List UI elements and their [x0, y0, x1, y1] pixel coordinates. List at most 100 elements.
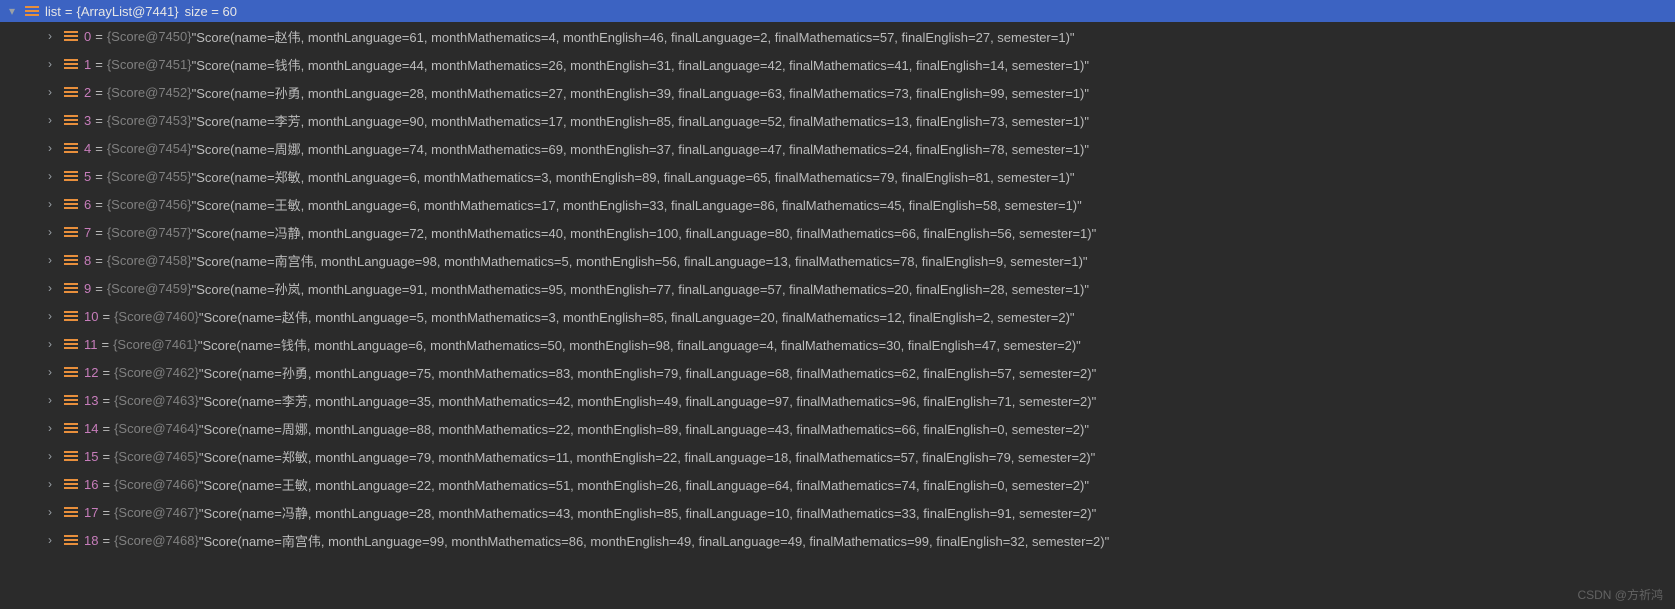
item-value: "Score(name=郑敏, monthLanguage=6, monthMa…	[192, 167, 1075, 186]
score-object-icon	[64, 479, 78, 489]
chevron-right-icon[interactable]: ›	[48, 477, 60, 491]
item-value: "Score(name=钱伟, monthLanguage=6, monthMa…	[198, 335, 1081, 354]
item-type: {Score@7465}	[114, 449, 199, 464]
chevron-right-icon[interactable]: ›	[48, 57, 60, 71]
chevron-right-icon[interactable]: ›	[48, 281, 60, 295]
item-type: {Score@7458}	[107, 253, 192, 268]
item-value: "Score(name=冯静, monthLanguage=72, monthM…	[192, 223, 1097, 242]
item-value: "Score(name=郑敏, monthLanguage=79, monthM…	[199, 447, 1095, 466]
item-type: {Score@7456}	[107, 197, 192, 212]
equals-sign: =	[102, 477, 110, 492]
variable-row[interactable]: ›10={Score@7460} "Score(name=赵伟, monthLa…	[0, 302, 1675, 330]
item-index: 15	[84, 449, 98, 464]
chevron-down-icon[interactable]: ▾	[9, 4, 21, 18]
equals-sign: =	[102, 421, 110, 436]
score-object-icon	[64, 283, 78, 293]
item-index: 12	[84, 365, 98, 380]
variable-row[interactable]: ›9={Score@7459} "Score(name=孙岚, monthLan…	[0, 274, 1675, 302]
variable-row[interactable]: ›18={Score@7468} "Score(name=南宫伟, monthL…	[0, 526, 1675, 554]
chevron-right-icon[interactable]: ›	[48, 365, 60, 379]
watermark-text: CSDN @方祈鸿	[1577, 586, 1663, 603]
variable-row[interactable]: ›8={Score@7458} "Score(name=南宫伟, monthLa…	[0, 246, 1675, 274]
variable-row[interactable]: ›17={Score@7467} "Score(name=冯静, monthLa…	[0, 498, 1675, 526]
variable-row[interactable]: ›1={Score@7451} "Score(name=钱伟, monthLan…	[0, 50, 1675, 78]
item-value: "Score(name=王敏, monthLanguage=6, monthMa…	[192, 195, 1082, 214]
equals-sign: =	[65, 4, 73, 19]
item-type: {Score@7461}	[113, 337, 198, 352]
item-index: 7	[84, 225, 91, 240]
equals-sign: =	[95, 281, 103, 296]
chevron-right-icon[interactable]: ›	[48, 29, 60, 43]
item-index: 5	[84, 169, 91, 184]
item-index: 3	[84, 113, 91, 128]
item-type: {Score@7450}	[107, 29, 192, 44]
item-index: 11	[84, 337, 98, 352]
score-object-icon	[64, 451, 78, 461]
variable-row[interactable]: › 5 = {Score@7455} "Score(name=郑敏, monthLan…	[0, 162, 1675, 190]
score-object-icon	[64, 339, 78, 349]
chevron-right-icon[interactable]: ›	[48, 141, 60, 155]
score-object-icon	[64, 31, 78, 41]
chevron-right-icon[interactable]: ›	[48, 253, 60, 267]
item-index: 18	[84, 533, 98, 548]
item-index: 17	[84, 505, 98, 520]
chevron-right-icon[interactable]: ›	[48, 197, 60, 211]
variable-row[interactable]: ›4={Score@7454} "Score(name=周娜, monthLan…	[0, 134, 1675, 162]
equals-sign: =	[102, 337, 110, 352]
chevron-right-icon[interactable]: ›	[48, 169, 60, 183]
root-size: size = 60	[185, 4, 237, 19]
score-object-icon	[64, 171, 78, 181]
item-value: "Score(name=周娜, monthLanguage=74, monthM…	[192, 139, 1089, 158]
item-type: {Score@7466}	[114, 477, 199, 492]
variable-row[interactable]: ›7={Score@7457} "Score(name=冯静, monthLan…	[0, 218, 1675, 246]
chevron-right-icon[interactable]: ›	[48, 505, 60, 519]
item-type: {Score@7452}	[107, 85, 192, 100]
item-value: "Score(name=李芳, monthLanguage=35, monthM…	[199, 391, 1096, 410]
score-object-icon	[64, 535, 78, 545]
arraylist-icon	[25, 6, 39, 16]
item-type: {Score@7455}	[107, 169, 192, 184]
item-value: "Score(name=周娜, monthLanguage=88, monthM…	[199, 419, 1089, 438]
chevron-right-icon[interactable]: ›	[48, 533, 60, 547]
equals-sign: =	[102, 449, 110, 464]
equals-sign: =	[95, 169, 103, 184]
chevron-right-icon[interactable]: ›	[48, 421, 60, 435]
variable-row[interactable]: ›13={Score@7463} "Score(name=李芳, monthLa…	[0, 386, 1675, 414]
chevron-right-icon[interactable]: ›	[48, 449, 60, 463]
variable-row[interactable]: › 11 ={Score@7461} "Score(name=钱伟, monthLa…	[0, 330, 1675, 358]
chevron-right-icon[interactable]: ›	[48, 85, 60, 99]
root-var-name: list	[45, 4, 61, 19]
item-index: 10	[84, 309, 98, 324]
variable-row[interactable]: ›0={Score@7450} "Score(name=赵伟, monthLan…	[0, 22, 1675, 50]
variable-row[interactable]: ›3={Score@7453} "Score(name=李芳, monthLan…	[0, 106, 1675, 134]
chevron-right-icon[interactable]: ›	[48, 337, 60, 351]
chevron-right-icon[interactable]: ›	[48, 225, 60, 239]
variable-row[interactable]: ›6={Score@7456} "Score(name=王敏, monthLan…	[0, 190, 1675, 218]
chevron-right-icon[interactable]: ›	[48, 113, 60, 127]
variable-row[interactable]: ›2={Score@7452} "Score(name=孙勇, monthLan…	[0, 78, 1675, 106]
equals-sign: =	[102, 505, 110, 520]
variable-items-container: › 0 = {Score@7450} "Score(name=赵伟, monthLan…	[0, 22, 1675, 554]
score-object-icon	[64, 199, 78, 209]
item-value: "Score(name=南宫伟, monthLanguage=99, month…	[199, 531, 1109, 550]
equals-sign: =	[102, 365, 110, 380]
item-value: "Score(name=赵伟, monthLanguage=61, monthM…	[192, 27, 1075, 46]
item-value: "Score(name=李芳, monthLanguage=90, monthM…	[192, 111, 1089, 130]
root-variable-row[interactable]: ▾ list = {ArrayList@7441} size = 60	[0, 0, 1675, 22]
variable-row[interactable]: ›16={Score@7466} "Score(name=王敏, monthLa…	[0, 470, 1675, 498]
variable-row[interactable]: ›12={Score@7462} "Score(name=孙勇, monthLa…	[0, 358, 1675, 386]
equals-sign: =	[102, 393, 110, 408]
chevron-right-icon[interactable]: ›	[48, 393, 60, 407]
item-value: "Score(name=王敏, monthLanguage=22, monthM…	[199, 475, 1089, 494]
score-object-icon	[64, 507, 78, 517]
score-object-icon	[64, 227, 78, 237]
variable-row[interactable]: › 15 = {Score@7465} "Score(name=郑敏, monthLa…	[0, 442, 1675, 470]
chevron-right-icon[interactable]: ›	[48, 309, 60, 323]
item-value: "Score(name=孙勇, monthLanguage=28, monthM…	[192, 83, 1089, 102]
equals-sign: =	[102, 533, 110, 548]
equals-sign: =	[95, 197, 103, 212]
item-index: 0	[84, 29, 91, 44]
item-type: {Score@7453}	[107, 113, 192, 128]
item-index: 4	[84, 141, 91, 156]
variable-row[interactable]: ›14={Score@7464} "Score(name=周娜, monthLa…	[0, 414, 1675, 442]
